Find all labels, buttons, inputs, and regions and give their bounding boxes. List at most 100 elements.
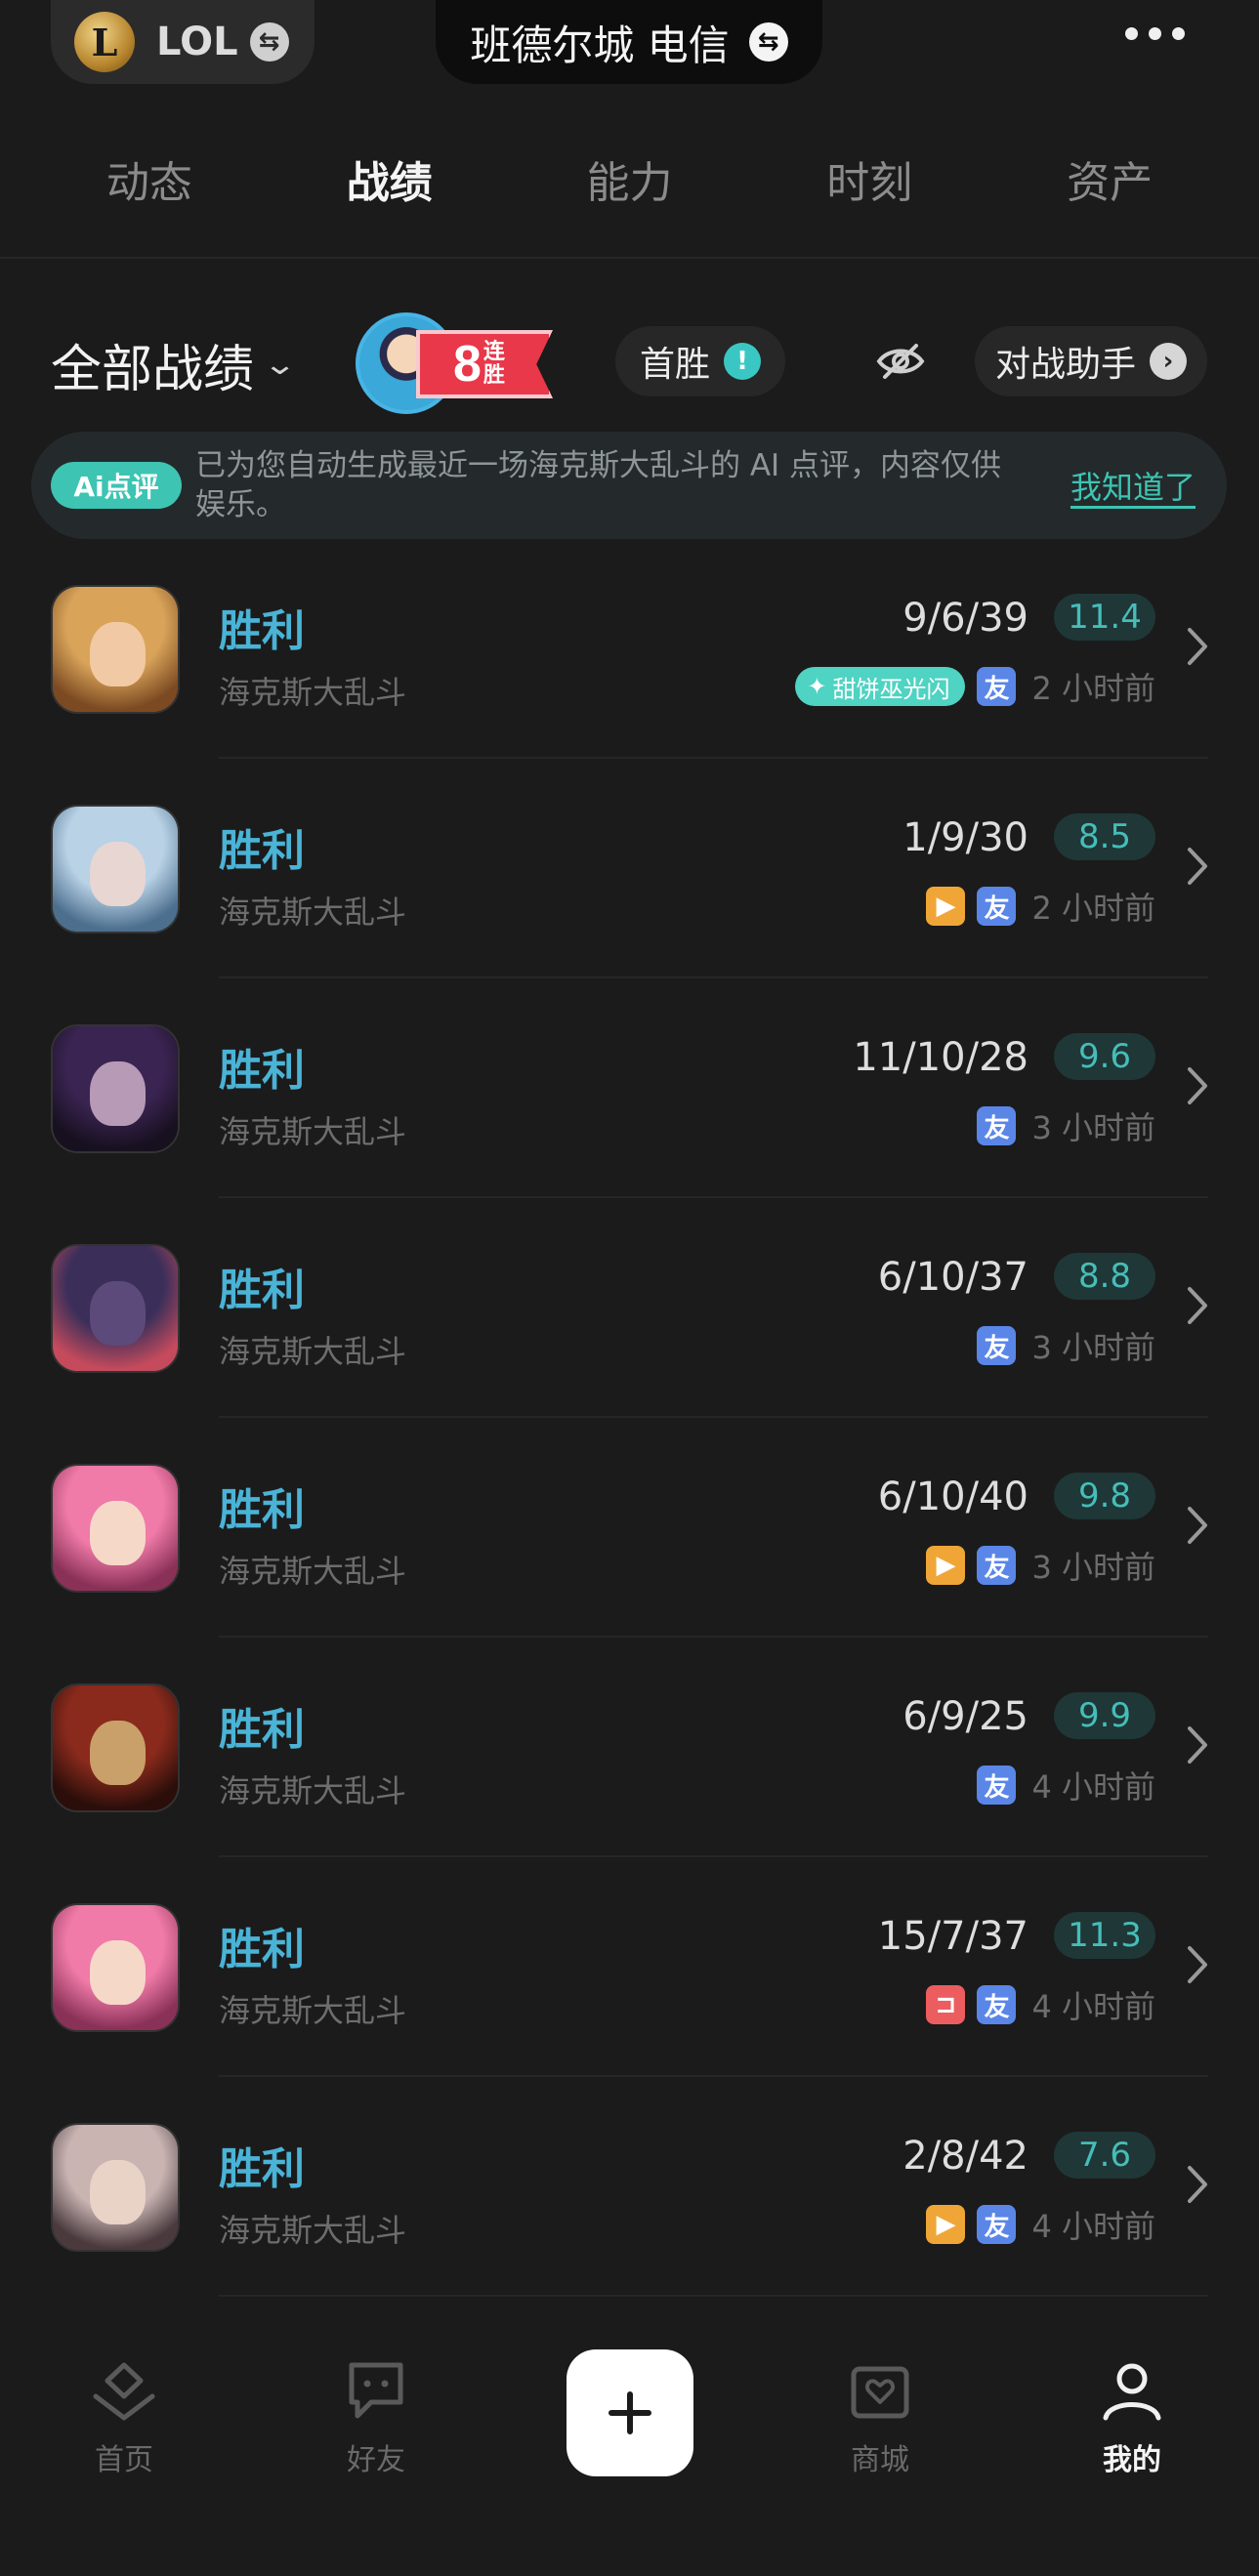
match-kda: 2/8/42 [902,2134,1028,2179]
match-kda: 11/10/28 [853,1035,1028,1080]
friend-badge-icon: 友 [977,887,1017,926]
nav-friends[interactable]: 好友 [303,2359,449,2478]
nav-me[interactable]: 我的 [1059,2359,1205,2478]
ai-dismiss-link[interactable]: 我知道了 [1070,463,1196,508]
tab-bar: 动态 战绩 能力 时刻 资产 [0,137,1259,230]
nav-shop[interactable]: 商城 [807,2359,953,2478]
nav-home[interactable]: 首页 [51,2359,197,2478]
match-score: 9.6 [1054,1033,1155,1080]
match-mode: 海克斯大乱斗 [219,1553,407,1590]
champion-avatar [51,1464,180,1593]
eye-hidden-icon[interactable] [875,340,926,383]
shop-heart-icon [851,2366,909,2419]
match-row[interactable]: 胜利 海克斯大乱斗 11/10/28 9.6 友 3 小时前 [0,978,1259,1198]
bottom-nav: 首页 好友 商城 我的 [0,2306,1259,2576]
match-score: 11.3 [1054,1912,1155,1959]
champion-avatar [51,585,180,714]
friend-badge-icon: 友 [977,1546,1017,1585]
chevron-right-icon [1188,628,1207,665]
nav-shop-label: 商城 [851,2443,909,2477]
match-kda: 6/10/40 [877,1475,1028,1519]
match-row[interactable]: 胜利 海克斯大乱斗 6/10/37 8.8 友 3 小时前 [0,1198,1259,1418]
match-result: 胜利 [219,1485,305,1535]
match-result: 胜利 [219,1046,305,1096]
match-row[interactable]: 胜利 海克斯大乱斗 9/6/39 11.4 ✦ 甜饼巫光闪友 2 小时前 [0,539,1259,759]
match-row[interactable]: 胜利 海克斯大乱斗 1/9/30 8.5 ▶ 友 2 小时前 [0,759,1259,978]
match-kda: 6/9/25 [902,1694,1028,1739]
match-result: 胜利 [219,1705,305,1755]
match-meta: 友 3 小时前 [977,1323,1155,1368]
friend-badge-icon: 友 [977,2205,1017,2244]
record-filter-dropdown[interactable]: 全部战绩 ⌄ [51,328,297,401]
champion-avatar [51,1683,180,1812]
server-name: 班德尔城 电信 [470,21,730,69]
match-list: 胜利 海克斯大乱斗 9/6/39 11.4 ✦ 甜饼巫光闪友 2 小时前 胜利 … [0,539,1259,2297]
streak-flag: 8 连胜 [416,330,553,398]
match-mode: 海克斯大乱斗 [219,2212,407,2249]
streak-text: 连胜 [483,340,505,388]
ai-review-banner: Ai点评 已为您自动生成最近一场海克斯大乱斗的 AI 点评，内容仅供娱乐。 我知… [31,432,1227,539]
match-row[interactable]: 胜利 海克斯大乱斗 15/7/37 11.3 ⊐ 友 4 小时前 [0,1857,1259,2077]
friend-badge-icon: 友 [977,1326,1017,1365]
more-icon[interactable] [1125,27,1185,40]
match-meta: ▶ 友 4 小时前 [926,2202,1155,2247]
match-result: 胜利 [219,606,305,656]
match-row[interactable]: 胜利 海克斯大乱斗 6/9/25 9.9 友 4 小时前 [0,1638,1259,1857]
video-badge-icon: ▶ [926,887,966,926]
nav-me-label: 我的 [1103,2443,1161,2477]
tab-dynamic[interactable]: 动态 [71,137,228,230]
first-win-chip[interactable]: 首胜 ! [615,326,785,396]
first-win-label: 首胜 [639,345,710,385]
match-score: 8.5 [1054,813,1155,860]
match-meta: ✦ 甜饼巫光闪友 2 小时前 [795,664,1155,709]
friend-badge-icon: 友 [977,1106,1017,1145]
match-result: 胜利 [219,2144,305,2194]
create-post-button[interactable] [567,2349,693,2476]
chevron-down-icon: ⌄ [262,348,298,382]
match-row[interactable]: 胜利 海克斯大乱斗 2/8/42 7.6 ▶ 友 4 小时前 [0,2077,1259,2297]
match-mode: 海克斯大乱斗 [219,1333,407,1370]
tab-divider [0,257,1259,259]
ai-highlight-tag: ✦ 甜饼巫光闪 [795,667,966,706]
battle-assistant-chip[interactable]: 对战助手 › [975,326,1207,396]
server-switcher[interactable]: 班德尔城 电信 ⇆ [436,0,822,84]
match-meta: 友 4 小时前 [977,1763,1155,1807]
sparkle-icon: ✦ [807,673,827,700]
match-time: 3 小时前 [1031,1109,1155,1146]
swap-icon: ⇆ [249,22,289,62]
chevron-right-icon [1188,1287,1207,1324]
match-score: 9.8 [1054,1473,1155,1519]
ai-review-text: 已为您自动生成最近一场海克斯大乱斗的 AI 点评，内容仅供娱乐。 [195,448,1002,522]
match-mode: 海克斯大乱斗 [219,674,407,711]
video-badge-icon: ▶ [926,1546,966,1585]
match-time: 2 小时前 [1031,890,1155,927]
match-history-screen: L LOL ⇆ 班德尔城 电信 ⇆ 动态 战绩 能力 时刻 资产 全部战绩 ⌄ … [0,0,1259,2576]
match-mode: 海克斯大乱斗 [219,1113,407,1150]
tab-ability[interactable]: 能力 [551,137,707,230]
record-filter-label: 全部战绩 [51,341,255,399]
match-meta: ▶ 友 3 小时前 [926,1543,1155,1588]
friend-badge-icon: 友 [977,1766,1017,1805]
chevron-right-icon [1188,1726,1207,1764]
nav-friends-label: 好友 [347,2443,405,2477]
swap-icon: ⇆ [748,22,788,62]
tab-assets[interactable]: 资产 [1031,137,1188,230]
tab-moments[interactable]: 时刻 [791,137,947,230]
friend-badge-icon: 友 [977,667,1017,706]
champion-avatar [51,805,180,934]
game-name: LOL [156,20,238,64]
match-row[interactable]: 胜利 海克斯大乱斗 6/10/40 9.8 ▶ 友 3 小时前 [0,1418,1259,1638]
ai-highlight-label: 甜饼巫光闪 [832,675,950,703]
streak-number: 8 [453,336,482,393]
win-streak-badge[interactable]: 8 连胜 [356,312,553,414]
tab-records[interactable]: 战绩 [312,137,468,230]
chevron-right-circle-icon: › [1150,343,1187,380]
champion-avatar [51,2123,180,2252]
match-mode: 海克斯大乱斗 [219,1992,407,2029]
match-kda: 6/10/37 [877,1255,1028,1300]
game-switcher[interactable]: L LOL ⇆ [51,0,315,84]
top-bar: L LOL ⇆ 班德尔城 电信 ⇆ [0,0,1259,90]
match-meta: ▶ 友 2 小时前 [926,884,1155,929]
match-result: 胜利 [219,1266,305,1315]
video-badge-icon: ▶ [926,2205,966,2244]
